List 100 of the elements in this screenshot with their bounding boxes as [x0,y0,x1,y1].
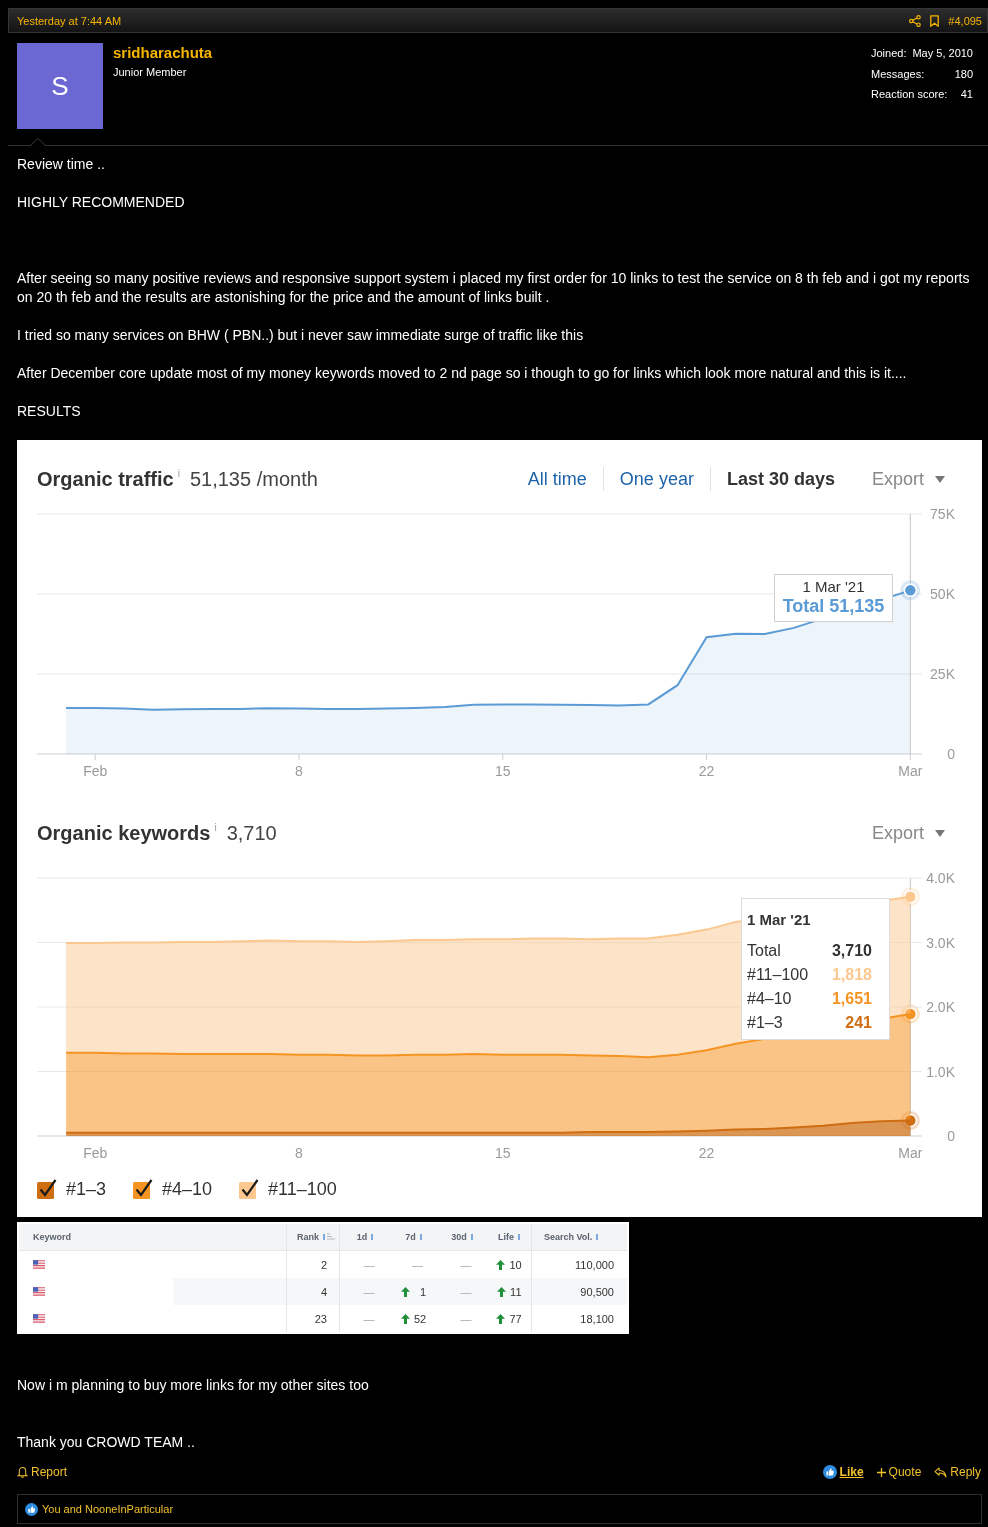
flag-icon [33,1314,45,1323]
axis-label: 8 [295,1145,303,1161]
axis-label: 8 [295,763,303,779]
axis-label: 0 [947,746,955,762]
change-value: 1 [418,1285,426,1298]
chart-title: Organic traffic [37,467,174,490]
change-value: 52 [413,1312,427,1325]
table-cell: 23 [287,1305,340,1332]
legend-label: #1–3 [66,1178,107,1200]
column-header[interactable]: Keyword [19,1224,287,1251]
username[interactable]: sridharachuta [113,43,213,63]
post-number[interactable]: #4,095 [948,14,982,27]
export-button[interactable]: Export [871,468,945,490]
axis-label: Mar [898,1145,923,1161]
info-icon [596,1234,599,1240]
range-tab[interactable]: All time [511,467,603,491]
tooltip-value: 1,818 [831,965,872,985]
change-value: — [411,1258,423,1271]
change-value: — [362,1312,375,1325]
thumbs-up-icon [25,1502,38,1516]
post-text: RESULTS [17,402,82,421]
sort-icon [327,1233,335,1241]
user-title: Junior Member [113,65,188,79]
table-cell: 4 [287,1278,340,1305]
tooltip-label: #1–3 [747,1013,783,1033]
legend-label: #11–100 [268,1178,337,1200]
post-text: After December core update most of my money keywords moved to 2 nd page so i though to go for links which look more natural and this is it.... [17,364,908,383]
change-value: — [362,1285,375,1298]
post-text: Now i m planning to buy more links for my other sites too [17,1376,370,1395]
legend-checkbox[interactable] [239,1179,260,1199]
axis-label: 1.0K [926,1063,955,1080]
legend-checkbox[interactable] [133,1179,154,1199]
change-value: 10 [509,1258,522,1271]
info-mark: i [177,467,180,479]
column-header[interactable]: Rank [287,1224,340,1251]
axis-label: 75K [930,506,955,522]
tooltip-date: 1 Mar '21 [747,910,812,930]
report-link[interactable]: Report [17,1464,68,1480]
chart-summary: 3,710 [226,821,277,844]
axis-label: 3.0K [926,934,955,951]
axis-label: Feb [83,763,108,779]
table-cell-text: 90,500 [579,1284,615,1300]
axis-label: 25K [930,666,955,682]
change-value: 11 [509,1285,522,1298]
legend-label: #4–10 [162,1178,213,1200]
chart-title: Organic keywords [37,821,211,844]
axis-label: 15 [495,1145,511,1161]
tooltip-value: 3,710 [831,941,872,961]
table-cell-text: 18,100 [579,1311,615,1327]
axis-label: 15 [495,763,511,779]
column-header[interactable]: Life [487,1224,532,1251]
caret-icon [935,475,945,483]
post-text: Thank you CROWD TEAM .. [17,1433,196,1452]
axis-label: Mar [898,763,923,779]
stat-label: Joined: [871,46,907,61]
reply-button[interactable]: Reply [934,1464,981,1480]
stat-value: 41 [960,87,973,102]
tooltip-label: #11–100 [747,965,809,985]
chart-summary: 51,135 /month [189,467,318,490]
tooltip-date: 1 Mar '21 [801,578,866,595]
plus-icon [876,1467,886,1477]
bookmark-icon[interactable] [930,14,940,27]
stat-value: May 5, 2010 [912,46,973,61]
thumbs-up-icon [822,1465,837,1479]
axis-label: 0 [947,1128,955,1144]
range-tab[interactable]: Last 30 days [709,467,851,491]
change-value: — [459,1285,472,1298]
info-mark: i [214,821,217,833]
caret-icon [935,829,945,837]
tooltip-label: #4–10 [747,989,792,1009]
post-text: Review time .. [17,155,106,174]
change-value: — [362,1258,375,1271]
column-header[interactable]: Search Vol. [532,1224,627,1251]
post-text: I tried so many services on BHW ( PBN..) but i never saw immediate surge of traffic like this [17,326,585,345]
range-tab[interactable]: One year [602,467,710,491]
tooltip-value: 1,651 [831,989,872,1009]
table-cell-text: 110,000 [574,1257,615,1273]
axis-label: 22 [698,1145,715,1161]
post-time[interactable]: Yesterday at 7:44 AM [17,14,122,27]
legend-checkbox[interactable] [37,1179,57,1199]
flag-icon [33,1287,45,1296]
column-header[interactable]: 7d [390,1224,437,1251]
post-text: After seeing so many positive reviews and responsive support system i placed my first order for 10 links to test the service on 8 th feb and i got my reports on 20 th feb and the results are astonishing for the price and the amount of links built . [17,269,971,307]
change-value: — [459,1312,472,1325]
export-button[interactable]: Export [871,822,945,844]
like-button[interactable]: Like [822,1464,864,1480]
user-avatar[interactable]: S [17,43,103,129]
quote-button[interactable]: Quote [876,1464,922,1480]
column-header[interactable]: 30d [437,1224,487,1251]
post-text: HIGHLY RECOMMENDED [17,193,186,212]
axis-label: 22 [698,763,715,779]
share-icon[interactable] [909,14,922,27]
hover-dot [900,887,920,907]
axis-label: 2.0K [926,999,955,1015]
axis-label: 50K [930,586,955,602]
reactions-text[interactable]: You and NooneInParticular [42,1503,174,1515]
tooltip-value: 241 [845,1013,872,1033]
change-value: 77 [509,1312,522,1325]
column-header[interactable]: 1d [340,1224,390,1251]
tooltip-label: Total [747,941,781,961]
